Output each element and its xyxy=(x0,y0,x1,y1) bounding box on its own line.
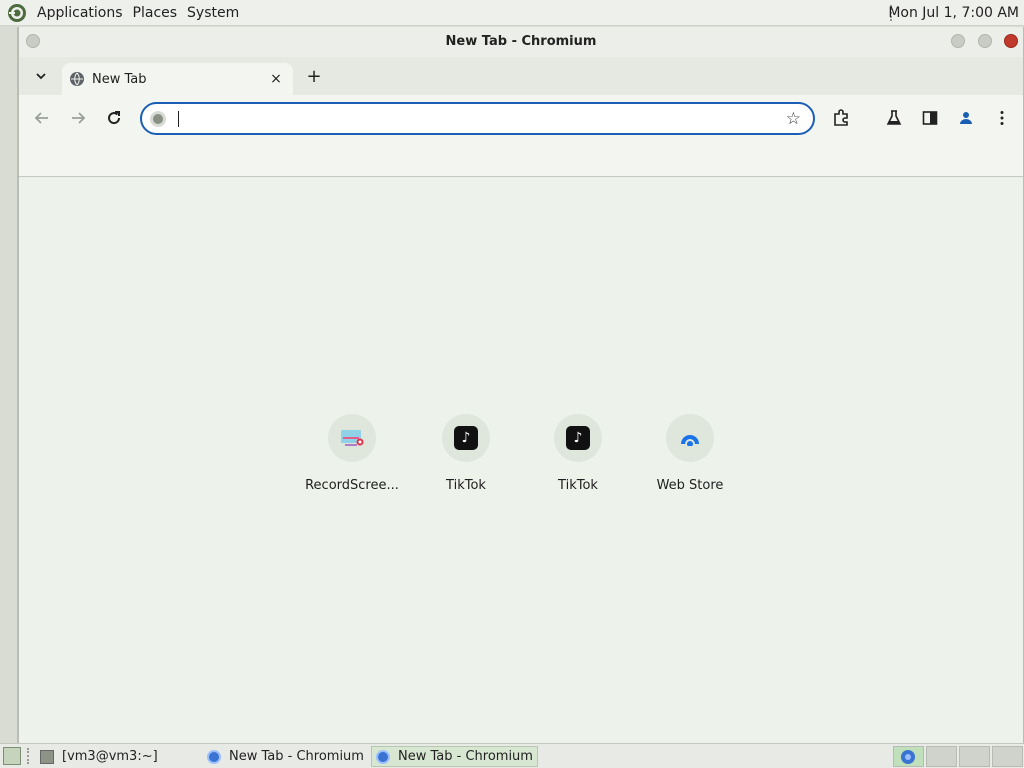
tiktok-icon: ♪ xyxy=(454,426,478,450)
close-window-button[interactable] xyxy=(1004,34,1018,48)
taskbar-item-chromium[interactable]: New Tab - Chromium xyxy=(203,746,367,767)
puzzle-icon xyxy=(834,109,848,126)
tab-title: New Tab xyxy=(92,71,147,87)
browser-window: New Tab - Chromium New Tab × + ☆ RecordS… xyxy=(17,27,1024,743)
bookmark-star-icon[interactable]: ☆ xyxy=(786,109,801,129)
show-desktop-icon[interactable] xyxy=(3,747,21,765)
browser-toolbar: ☆ xyxy=(19,95,1023,141)
taskbar-item-label: New Tab - Chromium xyxy=(398,749,533,764)
reload-icon xyxy=(108,111,121,125)
more-vert-icon xyxy=(1000,111,1004,125)
top-panel: Applications Places System Mon Jul 1, 7:… xyxy=(0,0,1024,26)
labs-button[interactable] xyxy=(883,107,905,129)
shortcut-tile[interactable]: ♪ TikTok xyxy=(418,414,514,504)
clock[interactable]: Mon Jul 1, 7:00 AM xyxy=(888,0,1019,26)
reload-button[interactable] xyxy=(103,107,125,129)
menu-places[interactable]: Places xyxy=(128,0,183,26)
shortcut-icon-container: ♪ xyxy=(554,414,602,462)
shortcut-tile[interactable]: ♪ TikTok xyxy=(530,414,626,504)
new-tab-button[interactable]: + xyxy=(303,65,325,87)
tab-new-tab[interactable]: New Tab × xyxy=(62,63,293,95)
workspace-4[interactable] xyxy=(992,746,1023,767)
distro-logo-icon[interactable] xyxy=(7,3,27,23)
window-title: New Tab - Chromium xyxy=(445,34,597,49)
menu-system[interactable]: System xyxy=(182,0,244,26)
globe-icon xyxy=(70,72,84,86)
chromium-icon xyxy=(376,749,390,764)
shortcut-icon-container xyxy=(666,414,714,462)
taskbar-item-label: New Tab - Chromium xyxy=(229,749,364,764)
text-caret xyxy=(178,111,179,127)
shortcut-label: TikTok xyxy=(558,478,598,493)
minimize-button[interactable] xyxy=(951,34,965,48)
shortcut-tile[interactable]: Web Store xyxy=(642,414,738,504)
workspace-1[interactable] xyxy=(893,746,924,767)
flask-icon xyxy=(886,110,902,125)
chromium-icon xyxy=(901,750,915,764)
workspace-2[interactable] xyxy=(926,746,957,767)
terminal-icon xyxy=(40,749,54,764)
tiktok-icon: ♪ xyxy=(566,426,590,450)
tab-search-button[interactable] xyxy=(31,66,51,86)
omnibox-input[interactable] xyxy=(180,107,770,131)
address-bar[interactable]: ☆ xyxy=(140,102,815,135)
new-tab-page: RecordScree... ♪ TikTok ♪ TikTok Web Sto… xyxy=(19,178,1023,743)
arrow-left-icon xyxy=(34,112,48,124)
shortcut-tile[interactable]: RecordScree... xyxy=(304,414,400,504)
taskbar-item-label: [vm3@vm3:~] xyxy=(62,749,158,764)
shortcut-label: RecordScree... xyxy=(305,478,399,493)
bookmarks-bar xyxy=(19,141,1023,177)
maximize-button[interactable] xyxy=(978,34,992,48)
taskbar-separator xyxy=(27,748,29,764)
shortcut-icon-container: ♪ xyxy=(442,414,490,462)
search-engine-icon[interactable] xyxy=(150,111,166,127)
bottom-taskbar: [vm3@vm3:~] New Tab - Chromium New Tab -… xyxy=(0,743,1024,768)
tab-close-button[interactable]: × xyxy=(267,70,285,88)
shortcut-label: Web Store xyxy=(656,478,724,493)
tab-strip: New Tab × + xyxy=(19,57,1023,95)
menu-applications[interactable]: Applications xyxy=(32,0,128,26)
taskbar-item-chromium-active[interactable]: New Tab - Chromium xyxy=(371,746,538,767)
menu-button[interactable] xyxy=(991,107,1013,129)
web-store-icon xyxy=(681,435,699,446)
workspace-3[interactable] xyxy=(959,746,990,767)
profile-button[interactable] xyxy=(955,107,977,129)
back-button[interactable] xyxy=(31,107,53,129)
person-icon xyxy=(960,112,972,124)
panel-menu: Applications Places System xyxy=(0,0,244,26)
shortcut-label: TikTok xyxy=(446,478,486,493)
record-screen-icon xyxy=(341,430,364,446)
shortcut-icon-container xyxy=(328,414,376,462)
forward-button[interactable] xyxy=(67,107,89,129)
taskbar-item-terminal[interactable]: [vm3@vm3:~] xyxy=(36,746,196,767)
side-panel-icon xyxy=(922,111,938,125)
extensions-button[interactable] xyxy=(830,107,852,129)
chromium-icon xyxy=(207,749,221,764)
arrow-right-icon xyxy=(72,112,86,124)
side-panel-button[interactable] xyxy=(919,107,941,129)
window-titlebar[interactable]: New Tab - Chromium xyxy=(19,27,1023,57)
chevron-down-icon xyxy=(36,73,46,80)
